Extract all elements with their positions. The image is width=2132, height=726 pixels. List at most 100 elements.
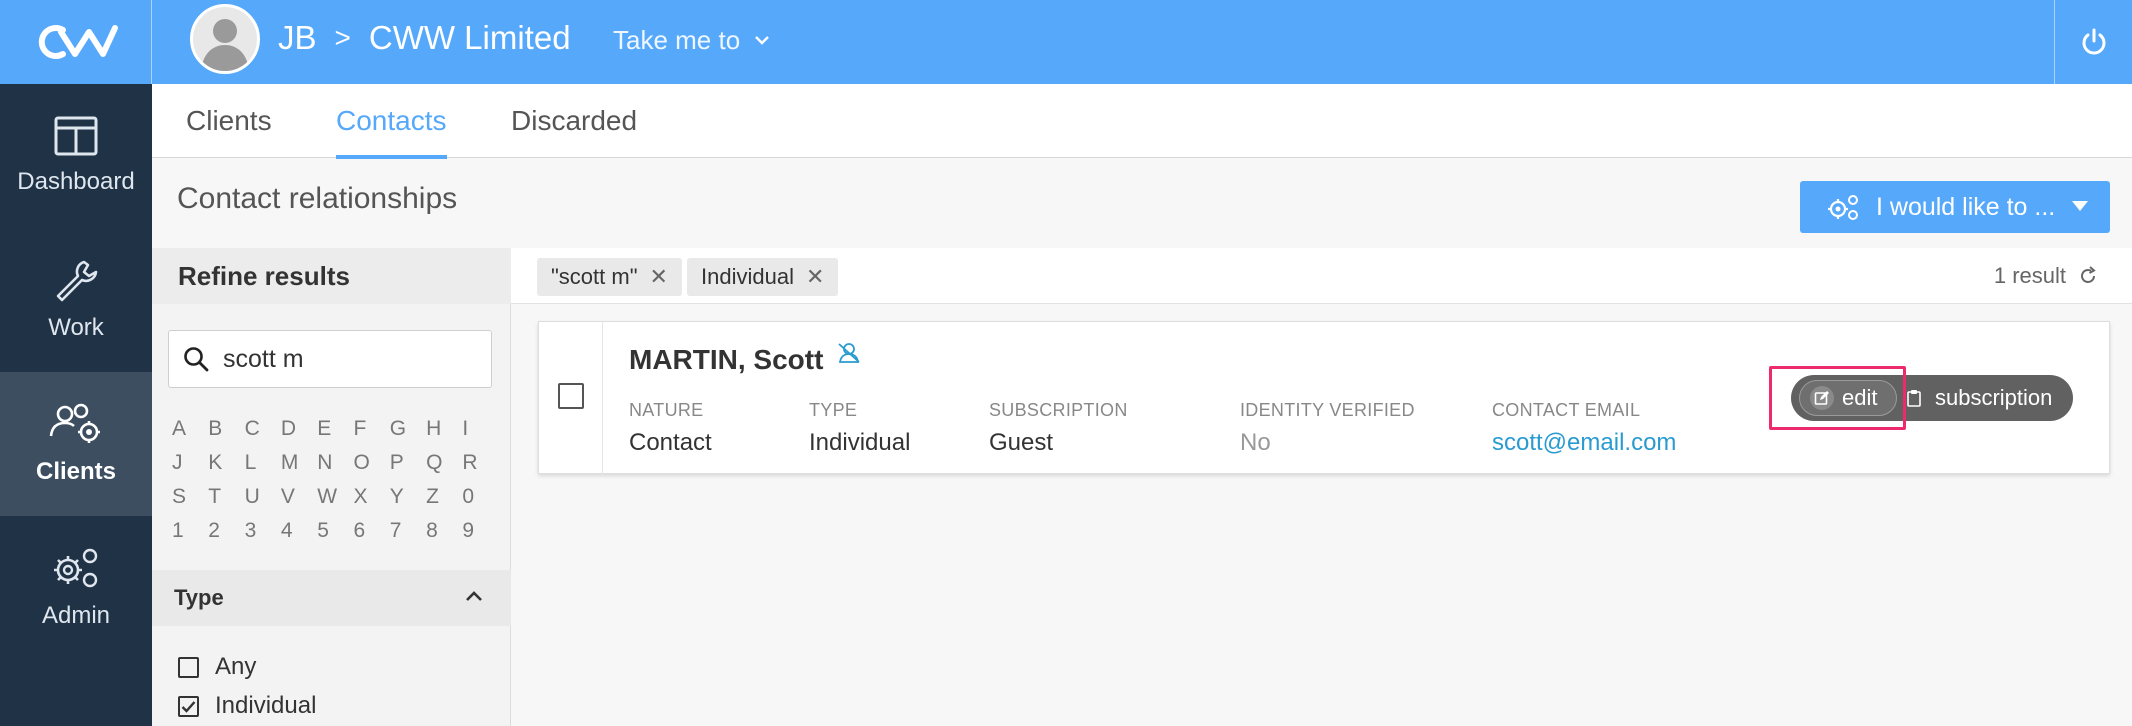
type-option-individual[interactable]: Individual <box>178 691 316 721</box>
type-option-label: Any <box>215 653 257 680</box>
alphabet-letter[interactable]: L <box>245 450 281 476</box>
field-key: TYPE <box>809 400 858 420</box>
search-box[interactable] <box>168 330 492 388</box>
logo[interactable] <box>0 0 152 84</box>
result-count-label: 1 result <box>1993 263 2066 288</box>
alphabet-letter[interactable]: N <box>317 450 353 476</box>
alphabet-letter[interactable]: F <box>353 416 389 442</box>
alphabet-letter[interactable]: 6 <box>353 518 389 544</box>
subscription-button[interactable]: subscription <box>1907 380 2052 416</box>
alphabet-letter[interactable]: D <box>281 416 317 442</box>
field-value: Individual <box>809 429 911 456</box>
chip-label: Individual <box>701 264 794 289</box>
alphabet-letter[interactable]: B <box>208 416 244 442</box>
card-action-group: edit subscription <box>1791 375 2073 421</box>
alphabet-letter[interactable]: O <box>353 450 389 476</box>
alphabet-letter[interactable]: M <box>281 450 317 476</box>
field-value: Contact <box>629 429 712 456</box>
alphabet-letter[interactable]: V <box>281 484 317 510</box>
type-option-any[interactable]: Any <box>178 652 256 682</box>
alphabet-letter[interactable]: J <box>172 450 208 476</box>
alphabet-letter[interactable]: A <box>172 416 208 442</box>
alphabet-letter[interactable]: 1 <box>172 518 208 544</box>
alphabet-letter[interactable]: K <box>208 450 244 476</box>
contact-email-link[interactable]: scott@email.com <box>1492 429 1676 457</box>
alphabet-letter[interactable]: R <box>462 450 498 476</box>
alphabet-letter[interactable]: 9 <box>462 518 498 544</box>
search-input[interactable] <box>223 344 463 374</box>
alphabet-letter[interactable]: 7 <box>390 518 426 544</box>
alphabet-letter[interactable]: Z <box>426 484 462 510</box>
user-initials[interactable]: JB <box>278 19 317 57</box>
filter-chip-search[interactable]: "scott m" ✕ <box>537 258 682 296</box>
checkbox-checked[interactable] <box>178 695 199 717</box>
result-count: 1 result <box>1994 262 2098 290</box>
alphabet-letter[interactable]: P <box>390 450 426 476</box>
select-checkbox[interactable] <box>558 383 584 409</box>
active-filters-bar: "scott m" ✕ Individual ✕ 1 result <box>511 248 2132 304</box>
alphabet-letter[interactable]: I <box>462 416 498 442</box>
chevron-down-icon <box>755 36 770 45</box>
avatar[interactable] <box>190 4 260 74</box>
alphabet-letter[interactable]: 5 <box>317 518 353 544</box>
alphabet-letter[interactable]: E <box>317 416 353 442</box>
contact-name[interactable]: MARTIN, Scott <box>629 343 861 376</box>
tab-clients[interactable]: Clients <box>186 84 272 158</box>
user-unlinked-icon <box>838 343 861 363</box>
gears-icon <box>1828 195 1858 220</box>
sidebar-item-label: Dashboard <box>17 168 135 195</box>
tab-discarded[interactable]: Discarded <box>511 84 637 158</box>
field-key: IDENTITY VERIFIED <box>1240 400 1415 420</box>
type-option-label: Individual <box>215 692 317 719</box>
sidebar-item-clients[interactable]: Clients <box>0 372 152 516</box>
alphabet-letter[interactable]: 8 <box>426 518 462 544</box>
caret-down-icon <box>2072 201 2088 211</box>
top-bar: JB > CWW Limited Take me to <box>0 0 2132 84</box>
alphabet-letter[interactable]: 0 <box>462 484 498 510</box>
alphabet-letter[interactable]: C <box>245 416 281 442</box>
alphabet-letter[interactable]: 3 <box>245 518 281 544</box>
alphabet-letter[interactable]: X <box>353 484 389 510</box>
alphabet-letter[interactable]: U <box>245 484 281 510</box>
take-me-to-dropdown[interactable]: Take me to <box>613 22 770 58</box>
alphabet-letter[interactable]: T <box>208 484 244 510</box>
check-icon <box>181 700 196 713</box>
sidebar-item-work[interactable]: Work <box>0 228 152 372</box>
alphabet-letter[interactable]: S <box>172 484 208 510</box>
alphabet-letter[interactable]: 4 <box>281 518 317 544</box>
filter-chip-type[interactable]: Individual ✕ <box>687 258 839 296</box>
alphabet-letter[interactable]: Q <box>426 450 462 476</box>
close-icon[interactable]: ✕ <box>650 264 668 290</box>
logout-button[interactable] <box>2054 0 2132 84</box>
alphabet-letter[interactable]: G <box>390 416 426 442</box>
type-filter-heading[interactable]: Type <box>152 570 511 626</box>
alphabet-letter[interactable]: Y <box>390 484 426 510</box>
sidebar-item-admin[interactable]: Admin <box>0 516 152 660</box>
dashboard-icon <box>54 116 98 156</box>
field-contact-email: CONTACT EMAIL scott@email.com <box>1492 400 1676 457</box>
refresh-icon[interactable] <box>2078 266 2098 286</box>
refine-panel: Refine results ABCDEFGHIJKLMNOPQRSTUVWXY… <box>152 248 511 726</box>
i-would-like-to-button[interactable]: I would like to ... <box>1800 181 2110 233</box>
edit-button[interactable]: edit <box>1799 380 1897 416</box>
close-icon[interactable]: ✕ <box>806 264 824 290</box>
alphabet-letter[interactable]: W <box>317 484 353 510</box>
chevron-up-icon <box>466 591 482 601</box>
sidebar-item-label: Admin <box>41 602 111 629</box>
field-subscription: SUBSCRIPTION Guest <box>989 400 1128 457</box>
field-key: SUBSCRIPTION <box>989 400 1128 420</box>
sidebar-item-dashboard[interactable]: Dashboard <box>0 84 152 228</box>
checkbox[interactable] <box>178 656 199 678</box>
contact-name-label: MARTIN, Scott <box>629 344 824 375</box>
alphabet-letter[interactable]: 2 <box>208 518 244 544</box>
wrench-icon <box>56 260 98 302</box>
result-card[interactable]: MARTIN, Scott NATURE Contact TYPE Indivi… <box>538 321 2110 475</box>
company-name[interactable]: CWW Limited <box>369 19 571 57</box>
alphabet-filter: ABCDEFGHIJKLMNOPQRSTUVWXYZ0123456789 <box>172 416 492 544</box>
tab-contacts[interactable]: Contacts <box>336 84 447 159</box>
card-select-column <box>539 322 603 475</box>
field-key: CONTACT EMAIL <box>1492 400 1641 420</box>
search-icon <box>184 347 209 372</box>
alphabet-letter[interactable]: H <box>426 416 462 442</box>
gears-icon <box>54 548 98 588</box>
